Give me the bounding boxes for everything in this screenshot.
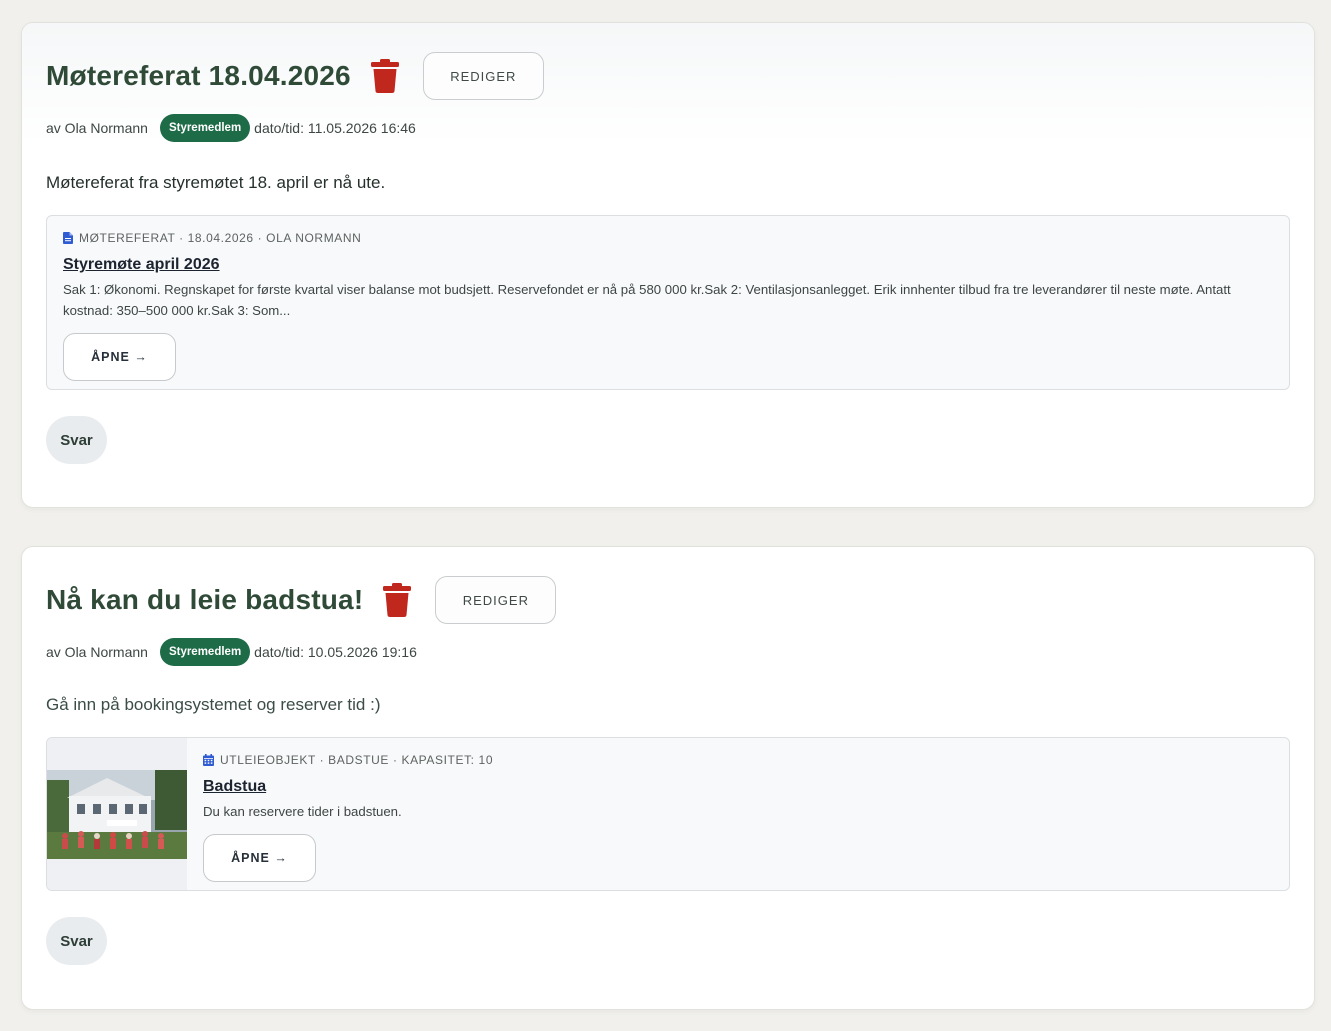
attachment-kicker-text: UTLEIEOBJEKT · BADSTUE · KAPASITET: 10: [220, 753, 494, 767]
post-card: Nå kan du leie badstua! REDIGER av Ola N…: [21, 546, 1315, 1010]
edit-button[interactable]: REDIGER: [422, 52, 544, 100]
reply-button[interactable]: Svar: [46, 416, 107, 464]
post-body: Møtereferat fra styremøtet 18. april er …: [46, 173, 386, 192]
attachment-card: MØTEREFERAT · 18.04.2026 · OLA NORMANN S…: [46, 215, 1290, 390]
edit-button[interactable]: REDIGER: [435, 576, 557, 624]
calendar-icon: [203, 754, 214, 766]
attachment-description: Sak 1: Økonomi. Regnskapet for første kv…: [63, 282, 1231, 318]
author-name: av Ola Normann: [46, 644, 148, 660]
attachment-kicker: MØTEREFERAT · 18.04.2026 · OLA NORMANN: [63, 231, 1273, 245]
post-title: Møtereferat 18.04.2026: [46, 60, 351, 91]
reply-button[interactable]: Svar: [46, 917, 107, 965]
open-attachment-button[interactable]: ÅPNE →: [203, 834, 316, 882]
attachment-card: UTLEIEOBJEKT · BADSTUE · KAPASITET: 10 B…: [46, 737, 1290, 891]
role-badge: Styremedlem: [159, 638, 251, 666]
attachment-title-link[interactable]: Badstua: [203, 778, 266, 796]
post-body: Gå inn på bookingsystemet og reserver ti…: [46, 695, 381, 714]
post-datetime: dato/tid: 11.05.2026 16:46: [254, 120, 416, 136]
role-badge: Styremedlem: [159, 114, 251, 142]
post-card: Møtereferat 18.04.2026 REDIGER av Ola No…: [21, 22, 1315, 508]
post-title: Nå kan du leie badstua!: [46, 584, 364, 615]
attachment-kicker: UTLEIEOBJEKT · BADSTUE · KAPASITET: 10: [203, 753, 1273, 767]
attachment-thumbnail: [47, 738, 187, 890]
building-photo: [47, 769, 187, 859]
post-header: Nå kan du leie badstua! REDIGER: [46, 575, 1290, 625]
document-icon: [63, 232, 73, 244]
attachment-kicker-text: MØTEREFERAT · 18.04.2026 · OLA NORMANN: [79, 231, 362, 245]
post-meta: av Ola Normann Styremedlem dato/tid: 10.…: [46, 638, 1290, 666]
attachment-title-link[interactable]: Styremøte april 2026: [63, 256, 220, 274]
trash-icon[interactable]: [369, 57, 401, 95]
post-datetime: dato/tid: 10.05.2026 19:16: [254, 644, 417, 660]
author-name: av Ola Normann: [46, 120, 148, 136]
post-meta: av Ola Normann Styremedlem dato/tid: 11.…: [46, 114, 1290, 142]
trash-icon[interactable]: [381, 581, 413, 619]
post-header: Møtereferat 18.04.2026 REDIGER: [46, 51, 1290, 101]
open-attachment-button[interactable]: ÅPNE →: [63, 333, 176, 381]
attachment-description: Du kan reservere tider i badstuen.: [203, 804, 402, 819]
